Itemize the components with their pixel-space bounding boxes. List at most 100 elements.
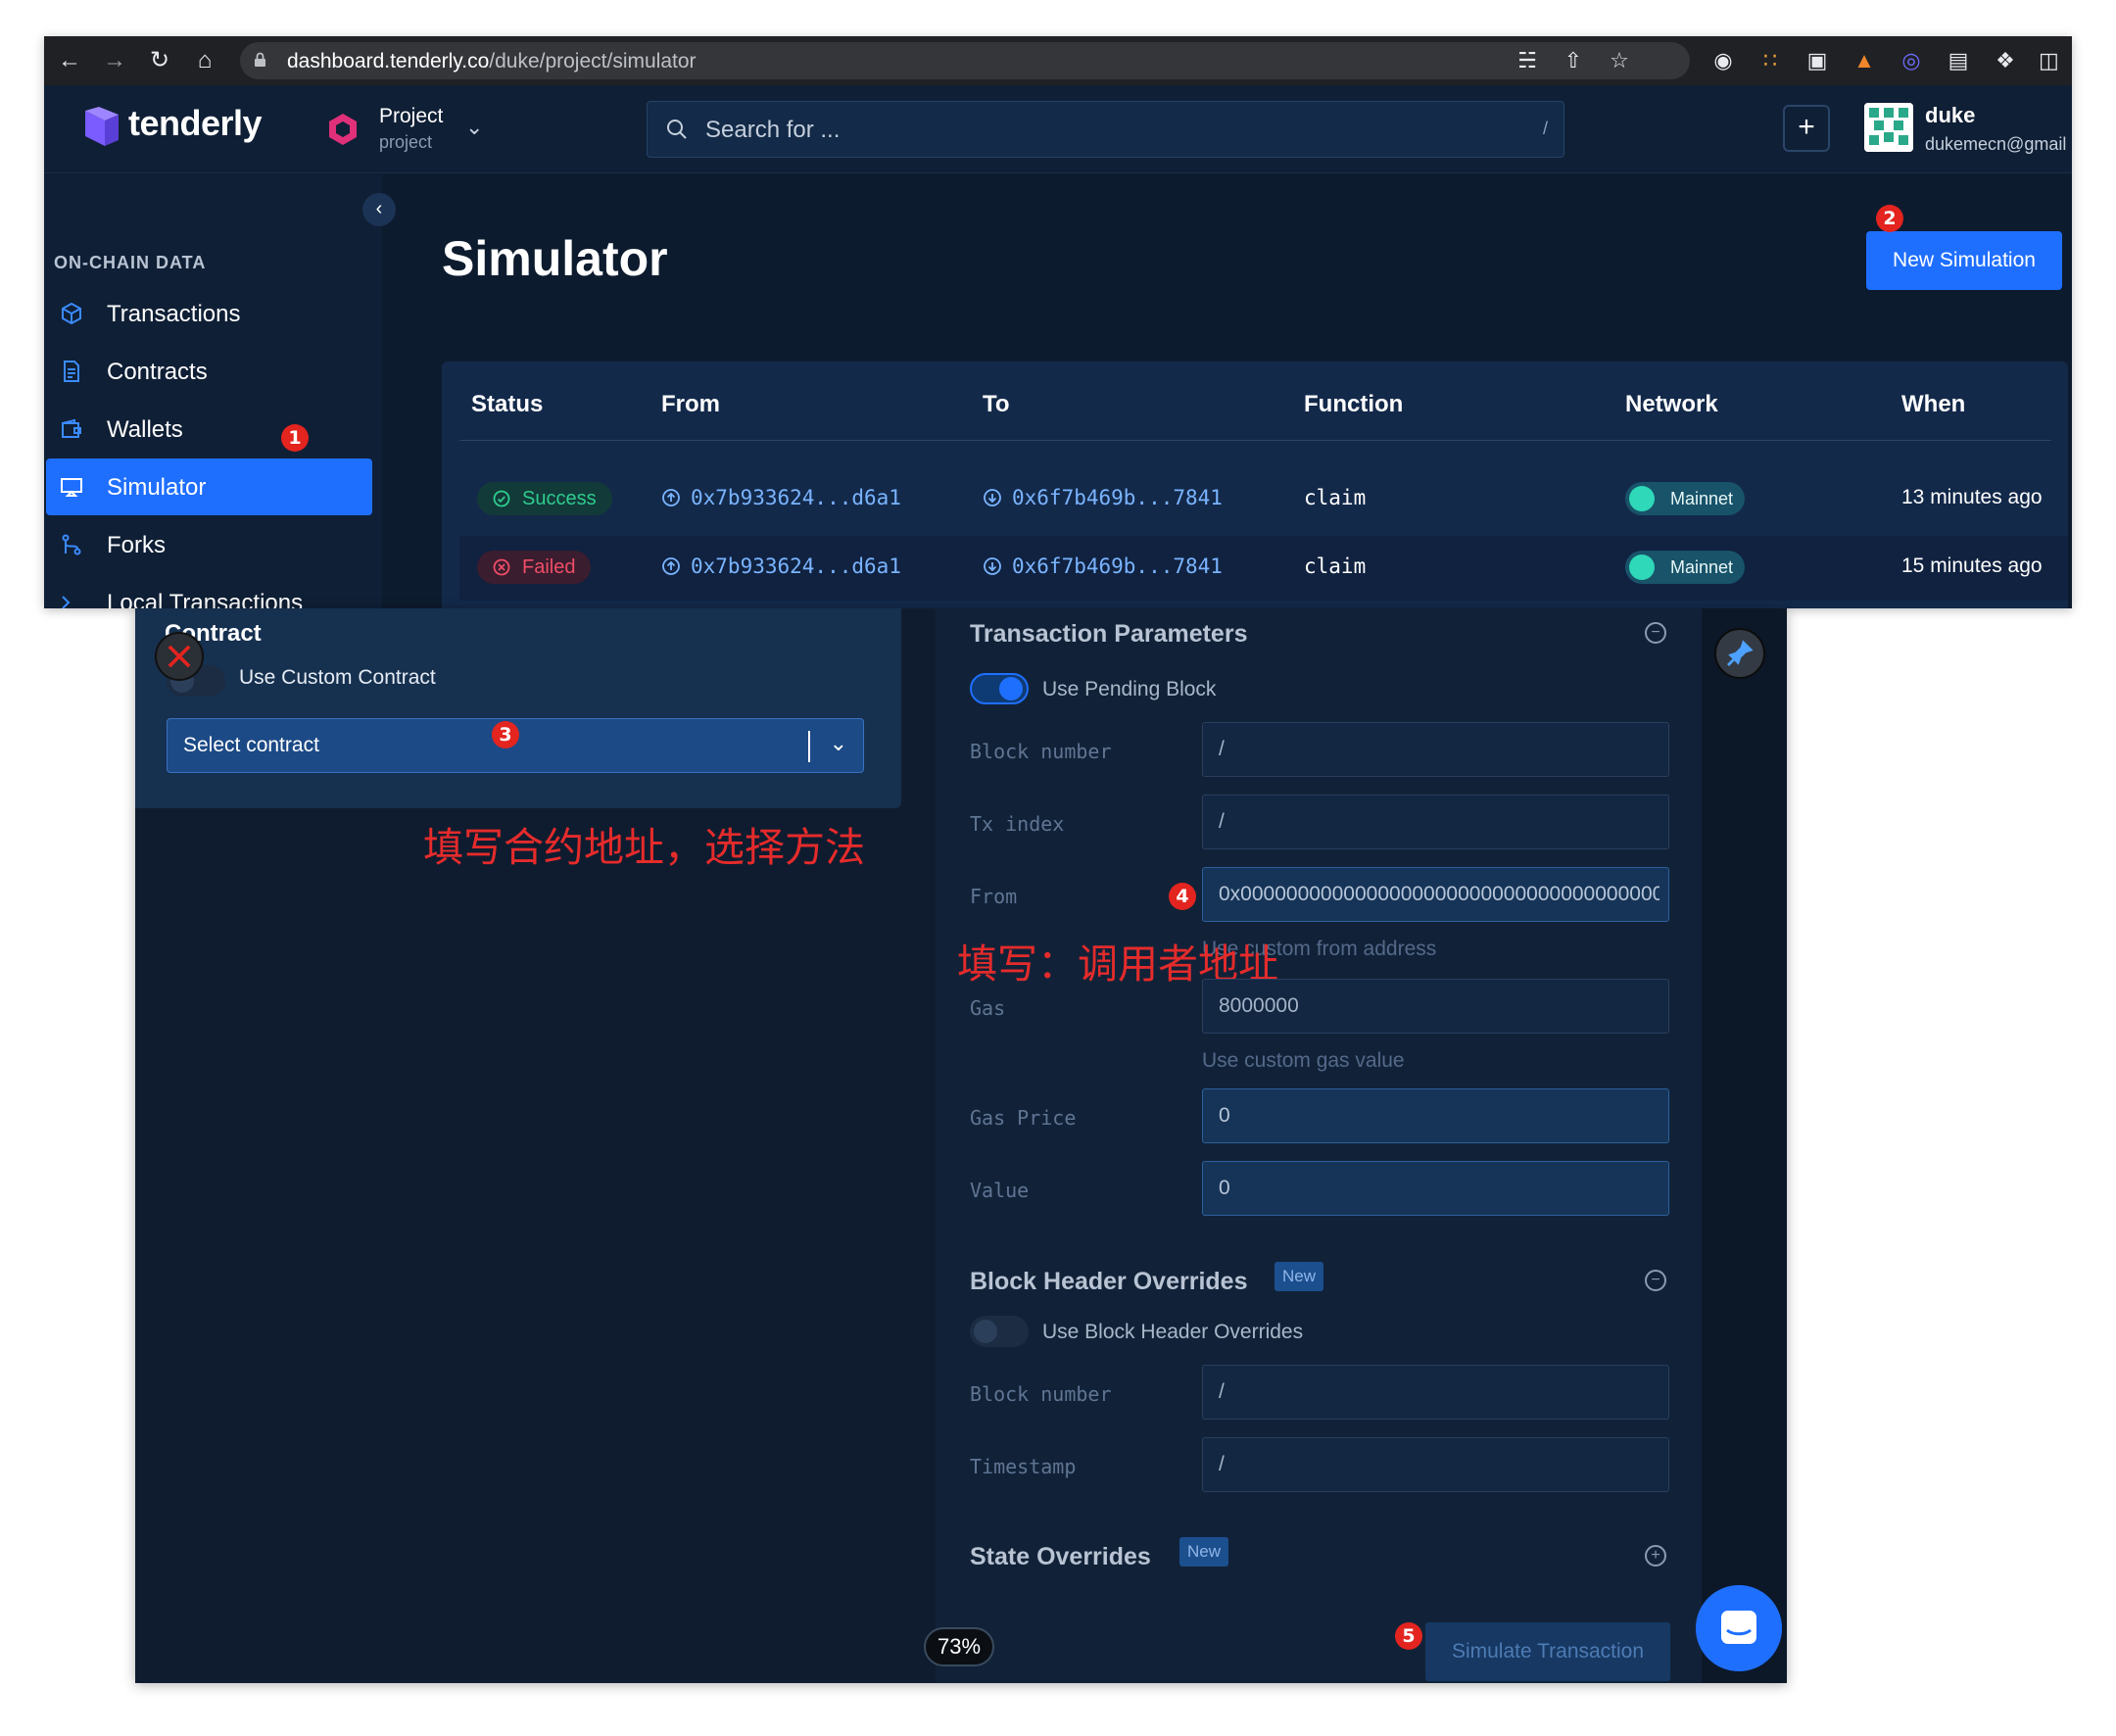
close-icon[interactable] — [155, 632, 204, 681]
tx-index-input[interactable]: / — [1202, 795, 1669, 849]
step-marker-4: 4 — [1169, 883, 1196, 910]
gas-hint[interactable]: Use custom gas value — [1202, 1049, 1405, 1073]
x-circle-icon — [493, 558, 510, 576]
pin-icon[interactable] — [1714, 628, 1765, 679]
new-simulation-button[interactable]: New Simulation — [1866, 231, 2062, 290]
reload-icon[interactable]: ↻ — [146, 47, 173, 74]
contract-card: Contract Use Custom Contract Select cont… — [135, 608, 901, 808]
override-block-number-input[interactable]: / — [1202, 1365, 1669, 1420]
column-header: Network — [1625, 391, 1718, 417]
avatar[interactable] — [1864, 103, 1913, 152]
from-address[interactable]: 0x7b933624...d6a1 — [661, 555, 901, 578]
status-badge: Success — [477, 482, 612, 515]
extension-grid-icon[interactable]: ∷ — [1756, 47, 1784, 74]
simulate-transaction-button[interactable]: Simulate Transaction — [1425, 1622, 1670, 1681]
document-icon — [64, 361, 79, 382]
sidebar-item-transactions[interactable]: Transactions — [46, 285, 372, 342]
from-address-input[interactable]: 0x00000000000000000000000000000000000000… — [1202, 867, 1669, 922]
from-address[interactable]: 0x7b933624...d6a1 — [661, 486, 901, 509]
column-header: From — [661, 391, 720, 417]
search-input[interactable]: Search for ... / — [647, 101, 1564, 158]
extension-owl-icon[interactable]: ◉ — [1709, 47, 1737, 74]
extension-book-icon[interactable]: ▣ — [1803, 47, 1831, 74]
block-header-label: Use Block Header Overrides — [1042, 1321, 1304, 1343]
table-row[interactable]: Failed 0x7b933624...d6a1 0x6f7b469b...78… — [459, 536, 2068, 601]
search-icon — [667, 120, 687, 139]
divider — [808, 731, 810, 762]
project-name[interactable]: Project — [379, 105, 443, 128]
gas-price-input[interactable]: 0 — [1202, 1088, 1669, 1143]
step-marker-3: 3 — [492, 721, 519, 748]
logo-text: tenderly — [128, 103, 263, 143]
timestamp-label: Timestamp — [970, 1455, 1077, 1478]
header-divider — [459, 440, 2051, 441]
collapse-minus-icon[interactable]: − — [1645, 1270, 1666, 1291]
block-number-input[interactable]: / — [1202, 722, 1669, 777]
puzzle-icon[interactable]: ❖ — [1992, 47, 2019, 74]
column-header: When — [1901, 391, 1966, 417]
add-button[interactable]: + — [1783, 105, 1830, 152]
metamask-icon[interactable]: ▲ — [1851, 47, 1878, 74]
star-icon[interactable]: ☆ — [1606, 47, 1633, 74]
sidebar-item-label: Simulator — [107, 474, 207, 501]
annotation-contract-note: 填写合约地址，选择方法 — [423, 824, 865, 871]
arrow-down-circle-icon — [984, 557, 1001, 575]
network-badge: Mainnet — [1625, 551, 1746, 584]
network-badge: Mainnet — [1625, 482, 1746, 515]
dashboard-screenshot: ← → ↻ ⌂ dashboard.tenderly.co/duke/proje… — [44, 36, 2072, 608]
sidebar-item-forks[interactable]: Forks — [46, 516, 372, 573]
home-icon[interactable]: ⌂ — [191, 47, 218, 74]
function-name: claim — [1304, 486, 1367, 509]
sidebar-collapse-button[interactable]: ‹ — [362, 193, 396, 226]
pending-block-toggle[interactable] — [970, 673, 1029, 704]
share-icon[interactable]: ⇧ — [1560, 47, 1587, 74]
to-address[interactable]: 0x6f7b469b...7841 — [983, 555, 1223, 578]
arrow-up-circle-icon — [662, 489, 680, 506]
forward-icon[interactable]: → — [101, 47, 128, 74]
column-header: Function — [1304, 391, 1404, 417]
timestamp: 13 minutes ago — [1901, 486, 2043, 508]
sidebar-section-title: ON-CHAIN DATA — [54, 253, 207, 272]
back-icon[interactable]: ← — [56, 47, 83, 74]
search-placeholder: Search for ... — [705, 117, 841, 143]
sidebar-item-simulator[interactable]: Simulator — [46, 458, 372, 515]
url-text: dashboard.tenderly.co/duke/project/simul… — [287, 50, 697, 72]
sidepanel-icon[interactable]: ◫ — [2039, 47, 2059, 74]
side-rail — [1702, 608, 1787, 1683]
pending-block-label: Use Pending Block — [1042, 678, 1217, 700]
app-header: tenderly Project project ⌄ Search for ..… — [44, 85, 2072, 173]
collapse-minus-icon[interactable]: − — [1645, 622, 1666, 644]
timestamp-input[interactable]: / — [1202, 1437, 1669, 1492]
notion-icon[interactable]: ▤ — [1945, 47, 1972, 74]
sidebar-item-label: Contracts — [107, 359, 208, 385]
arrow-up-circle-icon — [662, 557, 680, 575]
user-name: duke — [1925, 103, 1976, 127]
simulations-table: Status From To Function Network When Suc… — [442, 362, 2068, 608]
cube-icon — [62, 302, 81, 325]
override-block-number-label: Block number — [970, 1382, 1112, 1406]
browser-toolbar: ← → ↻ ⌂ dashboard.tenderly.co/duke/proje… — [44, 36, 2072, 85]
value-input[interactable]: 0 — [1202, 1161, 1669, 1216]
chat-icon[interactable] — [1696, 1585, 1782, 1671]
step-marker-2: 2 — [1876, 205, 1903, 232]
extension-circle-icon[interactable]: ◎ — [1898, 47, 1925, 74]
sidebar-item-label: Wallets — [107, 416, 183, 443]
sidebar-item-local-transactions[interactable]: Local Transactions — [46, 574, 372, 608]
address-bar[interactable]: dashboard.tenderly.co/duke/project/simul… — [240, 42, 1690, 79]
to-address[interactable]: 0x6f7b469b...7841 — [983, 486, 1223, 509]
gas-input[interactable]: 8000000 — [1202, 979, 1669, 1034]
select-contract-value: Select contract — [183, 734, 319, 756]
project-hexagon-icon — [329, 114, 357, 145]
tx-index-label: Tx index — [970, 812, 1065, 836]
sidebar-item-wallets[interactable]: Wallets — [46, 401, 372, 458]
expand-plus-icon[interactable]: + — [1645, 1545, 1666, 1567]
user-email: dukemecn@gmail — [1925, 134, 2067, 154]
translate-icon[interactable]: ☵ — [1514, 47, 1541, 74]
status-badge: Failed — [477, 551, 592, 584]
table-row[interactable]: Success 0x7b933624...d6a1 0x6f7b469b...7… — [459, 467, 2068, 532]
sidebar-item-contracts[interactable]: Contracts — [46, 343, 372, 400]
block-header-toggle[interactable] — [970, 1316, 1029, 1347]
step-marker-5: 5 — [1395, 1622, 1422, 1650]
chevron-down-icon[interactable]: ⌄ — [465, 115, 483, 140]
from-label: From — [970, 885, 1018, 908]
